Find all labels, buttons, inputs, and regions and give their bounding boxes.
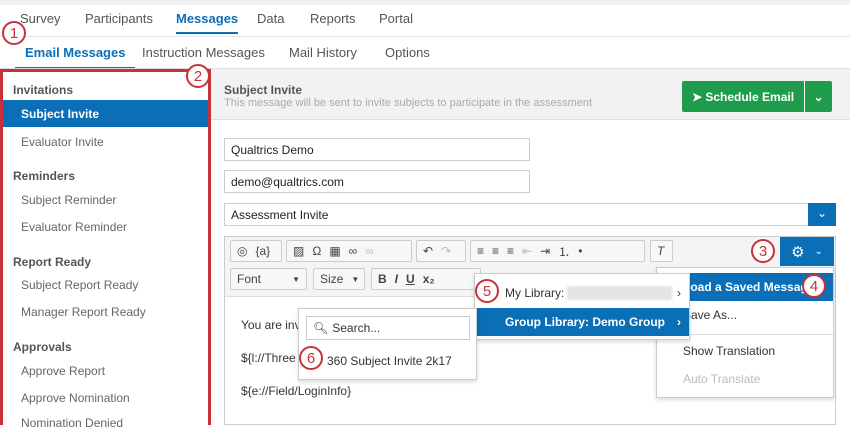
redo-icon[interactable]: ↷ [441,244,451,258]
sidebar-section-report-ready: Report Ready [13,255,92,269]
subtab-mail-history[interactable]: Mail History [289,45,357,60]
clear-format-icon[interactable]: T [650,240,673,262]
subscript-icon[interactable]: x₂ [423,272,435,286]
subtab-options[interactable]: Options [385,45,430,60]
sidebar-item-evaluator-reminder[interactable]: Evaluator Reminder [21,220,127,234]
tab-data[interactable]: Data [257,11,284,26]
subject-select[interactable]: Assessment Invite [224,203,836,226]
callout-1: 1 [2,21,26,45]
subtab-instruction-messages[interactable]: Instruction Messages [142,45,265,60]
sidebar-item-approve-nomination[interactable]: Approve Nomination [21,391,130,405]
search-icon: 🔍︎ [313,321,329,335]
tab-reports[interactable]: Reports [310,11,356,26]
sidebar-section-invitations: Invitations [13,83,74,97]
body-line: You are invi [241,318,304,332]
unlink-icon[interactable]: ∞ [365,244,374,258]
sidebar-item-subject-report-ready[interactable]: Subject Report Ready [21,278,138,292]
menu-item-show-translation[interactable]: Show Translation [657,337,833,365]
bold-button[interactable]: B [378,272,387,286]
toolbar-group: ◎ {a} [230,240,282,262]
size-select[interactable]: Size ▼ [313,268,365,290]
subtab-email-messages[interactable]: Email Messages [15,45,136,69]
menu-item-my-library[interactable]: My Library: › [475,279,689,307]
chevron-down-icon[interactable]: ⌄ [808,203,836,226]
chevron-right-icon: › [677,286,681,300]
sidebar-item-subject-reminder[interactable]: Subject Reminder [21,193,116,207]
tab-messages[interactable]: Messages [176,11,239,34]
blurred-name [567,286,673,300]
menu-item-auto-translate[interactable]: Auto Translate [657,365,833,393]
library-menu: My Library: › Group Library: Demo Group › [474,273,690,340]
callout-5: 5 [475,279,499,303]
group-library-label: Group Library: Demo Group [505,315,666,329]
piped-text-button[interactable]: {a} [255,244,270,258]
gear-menu-button[interactable]: ⚙ ⌄ [780,237,834,266]
callout-6: 6 [299,346,323,370]
underline-button[interactable]: U [406,272,415,286]
schedule-email-button[interactable]: ➤ Schedule Email ⌄ [682,81,832,112]
numbered-list-icon[interactable]: ⒈ [558,243,570,260]
indent-icon[interactable]: ⇥ [540,244,550,258]
sidebar-section-reminders: Reminders [13,169,76,183]
tab-portal[interactable]: Portal [379,11,413,26]
italic-button[interactable]: I [395,272,398,286]
body-line: ${l://Three [241,351,296,365]
callout-3: 3 [751,239,775,263]
tab-survey[interactable]: Survey [20,11,60,26]
search-placeholder: Search... [332,321,381,335]
globe-icon[interactable]: ◎ [237,244,247,258]
sidebar-item-nomination-denied[interactable]: Nomination Denied [21,416,123,430]
image-icon[interactable]: ▨ [293,244,304,258]
align-right-icon[interactable]: ≡ [507,244,514,258]
body-line: ${e://Field/LoginInfo} [241,384,352,398]
link-icon[interactable]: ∞ [349,244,358,258]
saved-message-item[interactable]: 360 Subject Invite 2k17 [327,354,452,368]
chevron-right-icon: › [677,315,681,329]
from-email-input[interactable]: demo@qualtrics.com [224,170,530,193]
divider [0,36,850,37]
toolbar-group: ≡ ≡ ≡ ⇤ ⇥ ⒈ • [470,240,645,262]
undo-icon[interactable]: ↶ [423,244,433,258]
my-library-label: My Library: [505,286,565,300]
toolbar-group: ▨ Ω ▦ ∞ ∞ [286,240,412,262]
bullet-list-icon[interactable]: • [578,244,582,258]
omega-icon[interactable]: Ω [312,244,321,258]
sidebar-item-evaluator-invite[interactable]: Evaluator Invite [21,135,104,149]
callout-2: 2 [186,64,210,88]
from-name-input[interactable]: Qualtrics Demo [224,138,530,161]
gear-icon: ⚙ [791,243,805,261]
chevron-down-icon[interactable]: ⌄ [804,81,832,112]
table-icon[interactable]: ▦ [329,244,340,258]
sidebar-section-approvals: Approvals [13,340,72,354]
tab-participants[interactable]: Participants [85,11,153,26]
sidebar-item-manager-report-ready[interactable]: Manager Report Ready [21,305,146,319]
message-title: Subject Invite [224,83,303,97]
font-label: Font [237,272,262,286]
align-left-icon[interactable]: ≡ [477,244,484,258]
toolbar-group: B I Ux₂ [371,268,481,290]
sidebar-item-approve-report[interactable]: Approve Report [21,364,105,378]
outdent-icon[interactable]: ⇤ [522,244,532,258]
schedule-label: Schedule Email [705,89,795,104]
font-select[interactable]: Font ▼ [230,268,307,290]
menu-item-group-library[interactable]: Group Library: Demo Group › [475,308,689,336]
size-label: Size [320,272,344,286]
send-icon: ➤ [691,89,706,104]
saved-messages-popup: 🔍︎ Search... 360 Subject Invite 2k17 [298,308,477,380]
top-strip [0,0,850,5]
chevron-down-icon: ⌄ [814,246,823,257]
search-input[interactable]: 🔍︎ Search... [306,316,470,340]
sidebar-item-label: Subject Invite [21,107,100,121]
align-center-icon[interactable]: ≡ [492,244,499,258]
callout-4: 4 [802,274,826,298]
toolbar-group: ↶ ↷ [416,240,466,262]
message-subtitle: This message will be sent to invite subj… [224,97,593,109]
